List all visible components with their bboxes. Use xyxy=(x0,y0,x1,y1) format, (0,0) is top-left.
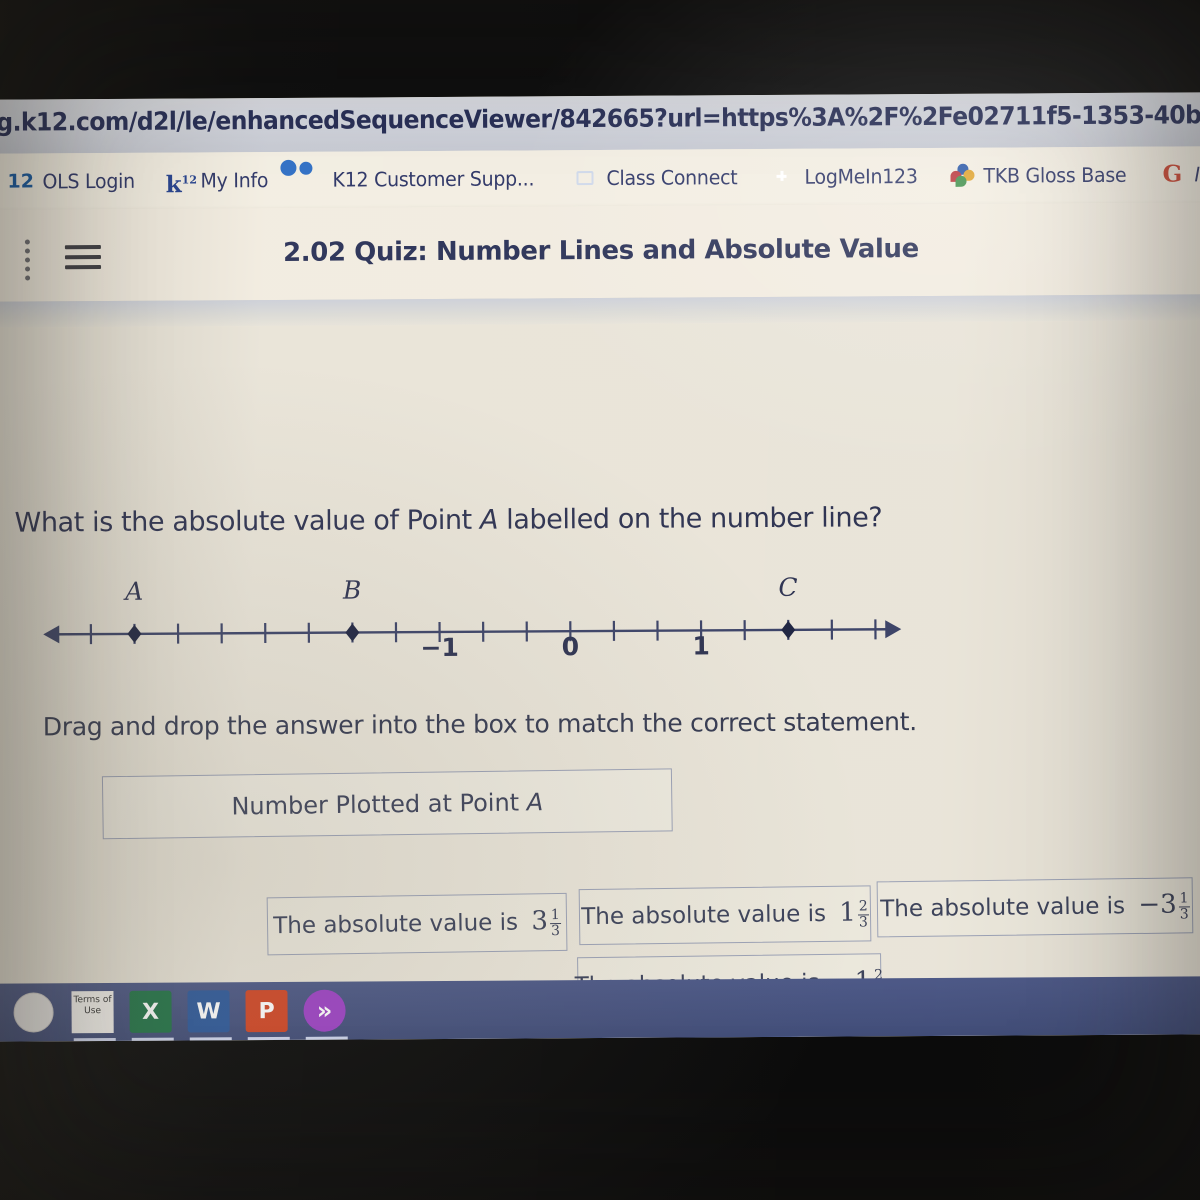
windows-taskbar: Terms of Use X W P » xyxy=(0,976,1200,1042)
answer-text: The absolute value is 313 xyxy=(273,906,561,940)
bookmark-class-connect[interactable]: Class Connect xyxy=(558,164,757,191)
bookmark-label: My Info xyxy=(200,168,269,193)
number-line-figure: A B C −1 0 1 xyxy=(0,572,958,698)
answer-tile-2[interactable]: The absolute value is 123 xyxy=(578,885,872,946)
question-prompt-after: labelled on the number line? xyxy=(497,502,883,536)
bookmark-image-result[interactable]: G Image result for bal... xyxy=(1146,160,1200,188)
google-g-icon: G xyxy=(1162,160,1183,188)
bookmark-label: OLS Login xyxy=(42,168,135,194)
bookmark-label: Class Connect xyxy=(606,165,738,190)
bookmark-label: LogMeIn123 xyxy=(804,164,919,189)
dd-source-label: Number Plotted at Point A xyxy=(231,787,544,820)
number-line-tick-label: 1 xyxy=(692,631,710,661)
logmein-plus-icon xyxy=(770,164,796,190)
number-line-point-label-C: C xyxy=(778,572,798,602)
browser-url-bar[interactable]: ng.k12.com/d2l/le/enhancedSequenceViewer… xyxy=(0,92,1200,154)
bookmark-tkb-gloss-base[interactable]: TKB Gloss Base xyxy=(937,163,1147,188)
quiz-content: What is the absolute value of Point A la… xyxy=(0,320,1200,1042)
chevron-double-right-icon[interactable]: » xyxy=(303,988,349,1040)
answer-tile-3[interactable]: The absolute value is −3 1 3 xyxy=(876,877,1194,938)
bookmark-k12-customer-support[interactable]: K12 Customer Supp... xyxy=(285,165,558,193)
number-line-point-label-A: A xyxy=(125,576,144,606)
dragdrop-instruction: Drag and drop the answer into the box to… xyxy=(42,707,917,742)
number-line-point-label-B: B xyxy=(342,575,362,605)
number-line-svg xyxy=(43,619,902,645)
terms-of-use-label: Terms of Use xyxy=(71,990,114,1034)
terms-of-use-doc-icon[interactable]: Terms of Use xyxy=(71,989,117,1042)
k12-superscript-icon: k12 xyxy=(165,171,197,199)
bookmark-label: TKB Gloss Base xyxy=(982,162,1126,188)
bookmark-label: Image result for bal... xyxy=(1194,161,1200,187)
excel-icon[interactable]: X xyxy=(129,989,175,1041)
question-prompt: What is the absolute value of Point A la… xyxy=(15,502,883,538)
browser-window: ng.k12.com/d2l/le/enhancedSequenceViewer… xyxy=(0,92,1200,1042)
number-line-tick-label: −1 xyxy=(420,632,459,663)
page-title: 2.02 Quiz: Number Lines and Absolute Val… xyxy=(282,234,919,268)
photo-of-screen: ng.k12.com/d2l/le/enhancedSequenceViewer… xyxy=(0,0,1200,1200)
tkb-palette-icon xyxy=(949,163,975,188)
circle-app-icon[interactable] xyxy=(13,989,59,1035)
word-icon[interactable]: W xyxy=(187,988,233,1041)
url-text[interactable]: ng.k12.com/d2l/le/enhancedSequenceViewer… xyxy=(0,98,1200,137)
draggable-source-number-plotted-at-a[interactable]: Number Plotted at Point A xyxy=(101,768,673,840)
app-header: 2.02 Quiz: Number Lines and Absolute Val… xyxy=(0,202,1200,302)
answer-text: The absolute value is 123 xyxy=(581,897,869,931)
answer-tile-1[interactable]: The absolute value is 313 xyxy=(266,892,568,956)
bookmark-label: K12 Customer Supp... xyxy=(332,166,535,192)
bookmark-my-info[interactable]: k12 My Info xyxy=(153,167,285,199)
question-point-label: A xyxy=(479,504,499,536)
powerpoint-icon[interactable]: P xyxy=(245,988,291,1041)
number-line-tick-label: 0 xyxy=(561,632,580,662)
class-connect-icon xyxy=(571,165,597,191)
bookmark-ols-login[interactable]: 12 OLS Login xyxy=(0,168,153,195)
bookmarks-bar: 12 OLS Login k12 My Info K12 Customer Su… xyxy=(0,146,1200,210)
cloud-icon xyxy=(298,167,324,193)
k12-icon: 12 xyxy=(7,170,35,193)
bookmark-logmein123[interactable]: LogMeIn123 xyxy=(757,163,937,190)
question-prompt-before: What is the absolute value of Point xyxy=(14,504,481,539)
answer-text: The absolute value is −3 1 3 xyxy=(880,889,1190,923)
